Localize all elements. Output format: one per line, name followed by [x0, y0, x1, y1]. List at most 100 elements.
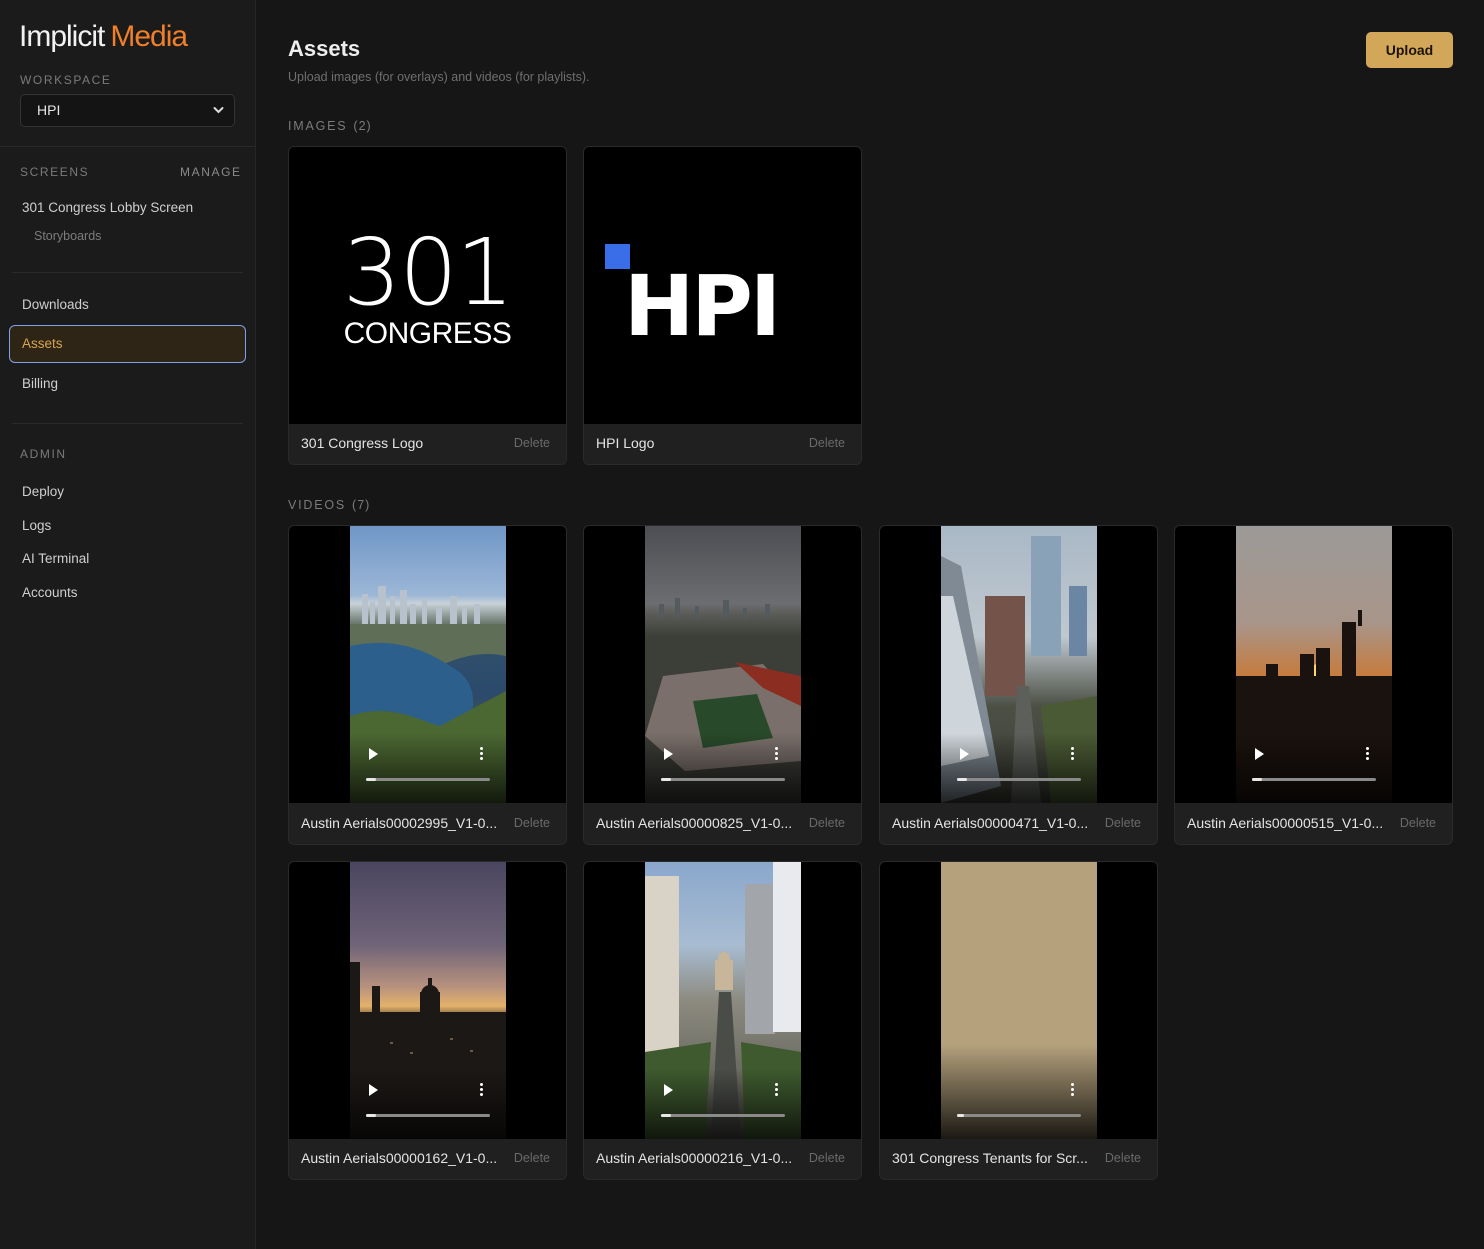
- more-options-icon[interactable]: [775, 1083, 779, 1097]
- congress-logo-word: CONGRESS: [343, 317, 512, 350]
- video-card[interactable]: Austin Aerials00000162_V1-0... Delete: [288, 861, 567, 1180]
- nav-ai-terminal[interactable]: AI Terminal: [22, 551, 89, 566]
- screens-label: SCREENS: [20, 165, 90, 179]
- image-card[interactable]: HPI HPI Logo Delete: [583, 146, 862, 465]
- video-progress[interactable]: [1252, 778, 1376, 781]
- screen-storyboards-link[interactable]: Storyboards: [34, 229, 101, 243]
- workspace-select[interactable]: HPI: [20, 94, 235, 127]
- image-card[interactable]: 301 CONGRESS 301 Congress Logo Delete: [288, 146, 567, 465]
- delete-button[interactable]: Delete: [1400, 816, 1436, 830]
- play-icon[interactable]: [369, 748, 378, 760]
- progress-fill: [957, 1114, 965, 1117]
- screen-item[interactable]: 301 Congress Lobby Screen: [22, 200, 193, 215]
- more-options-icon[interactable]: [480, 1083, 484, 1097]
- progress-fill: [366, 1114, 376, 1117]
- nav-accounts[interactable]: Accounts: [22, 585, 78, 600]
- play-icon[interactable]: [664, 1084, 673, 1096]
- video-progress[interactable]: [957, 1114, 1081, 1117]
- video-player[interactable]: [584, 862, 861, 1139]
- more-options-icon[interactable]: [775, 747, 779, 761]
- video-player[interactable]: [289, 862, 566, 1139]
- congress-logo-number: 301: [342, 219, 515, 326]
- delete-button[interactable]: Delete: [514, 436, 550, 450]
- asset-name: 301 Congress Logo: [301, 435, 424, 451]
- workspace-label: WORKSPACE: [20, 73, 112, 87]
- play-icon[interactable]: [664, 748, 673, 760]
- asset-name: Austin Aerials00000162_V1-0...: [301, 1150, 498, 1166]
- nav-assets[interactable]: Assets: [9, 325, 246, 363]
- video-controls-shade: [645, 733, 801, 803]
- video-progress[interactable]: [366, 778, 490, 781]
- video-card[interactable]: Austin Aerials00000471_V1-0... Delete: [879, 525, 1158, 845]
- delete-button[interactable]: Delete: [514, 816, 550, 830]
- video-player[interactable]: [1175, 526, 1452, 803]
- page-subtitle: Upload images (for overlays) and videos …: [288, 70, 590, 84]
- delete-button[interactable]: Delete: [514, 1151, 550, 1165]
- delete-button[interactable]: Delete: [809, 816, 845, 830]
- asset-name: Austin Aerials00000216_V1-0...: [596, 1150, 793, 1166]
- card-footer: Austin Aerials00000825_V1-0... Delete: [584, 804, 861, 844]
- hpi-logo-word: HPI: [624, 257, 781, 355]
- videos-count: (7): [352, 498, 371, 512]
- video-frame: [645, 526, 801, 803]
- more-options-icon[interactable]: [1071, 1083, 1075, 1097]
- video-frame: [645, 862, 801, 1139]
- video-player[interactable]: [584, 526, 861, 803]
- more-options-icon[interactable]: [480, 747, 484, 761]
- images-section-label: IMAGES (2): [288, 119, 372, 133]
- nav-downloads[interactable]: Downloads: [22, 297, 89, 312]
- more-options-icon[interactable]: [1071, 747, 1075, 761]
- asset-name: Austin Aerials00002995_V1-0...: [301, 815, 498, 831]
- video-card[interactable]: Austin Aerials00000825_V1-0... Delete: [583, 525, 862, 845]
- card-footer: Austin Aerials00002995_V1-0... Delete: [289, 804, 566, 844]
- card-footer: 301 Congress Logo Delete: [289, 424, 566, 464]
- card-footer: Austin Aerials00000216_V1-0... Delete: [584, 1139, 861, 1179]
- video-card[interactable]: Austin Aerials00000216_V1-0... Delete: [583, 861, 862, 1180]
- progress-fill: [661, 1114, 671, 1117]
- delete-button[interactable]: Delete: [809, 436, 845, 450]
- more-options-icon[interactable]: [1366, 747, 1370, 761]
- delete-button[interactable]: Delete: [1105, 1151, 1141, 1165]
- asset-name: Austin Aerials00000471_V1-0...: [892, 815, 1089, 831]
- video-card[interactable]: Austin Aerials00002995_V1-0... Delete: [288, 525, 567, 845]
- video-frame: [350, 526, 506, 803]
- nav-deploy[interactable]: Deploy: [22, 484, 64, 499]
- video-progress[interactable]: [957, 778, 1081, 781]
- nav-logs[interactable]: Logs: [22, 518, 51, 533]
- videos-section-label: VIDEOS (7): [288, 498, 371, 512]
- video-card[interactable]: Austin Aerials00000515_V1-0... Delete: [1174, 525, 1453, 845]
- progress-fill: [957, 778, 967, 781]
- images-count: (2): [353, 119, 372, 133]
- delete-button[interactable]: Delete: [809, 1151, 845, 1165]
- video-frame: [941, 526, 1097, 803]
- manage-link[interactable]: MANAGE: [180, 165, 242, 179]
- progress-fill: [366, 778, 376, 781]
- video-progress[interactable]: [661, 778, 785, 781]
- video-card[interactable]: 301 Congress Tenants for Scr... Delete: [879, 861, 1158, 1180]
- video-frame: [941, 862, 1097, 1139]
- sidebar-divider: [12, 272, 243, 273]
- sidebar: Implicit Media WORKSPACE HPI SCREENS MANA…: [0, 0, 256, 1249]
- sidebar-divider: [12, 423, 243, 424]
- nav-assets-label: Assets: [22, 336, 63, 351]
- video-player[interactable]: [880, 862, 1157, 1139]
- video-progress[interactable]: [661, 1114, 785, 1117]
- video-player[interactable]: [880, 526, 1157, 803]
- play-icon[interactable]: [960, 748, 969, 760]
- card-footer: Austin Aerials00000162_V1-0... Delete: [289, 1139, 566, 1179]
- asset-name: HPI Logo: [596, 435, 655, 451]
- play-icon[interactable]: [369, 1084, 378, 1096]
- card-footer: HPI Logo Delete: [584, 424, 861, 464]
- image-thumbnail[interactable]: HPI: [584, 147, 861, 424]
- delete-button[interactable]: Delete: [1105, 816, 1141, 830]
- upload-button[interactable]: Upload: [1366, 32, 1453, 68]
- video-progress[interactable]: [366, 1114, 490, 1117]
- progress-fill: [1252, 778, 1262, 781]
- play-icon[interactable]: [1255, 748, 1264, 760]
- video-player[interactable]: [289, 526, 566, 803]
- image-thumbnail[interactable]: 301 CONGRESS: [289, 147, 566, 424]
- video-controls-shade: [941, 733, 1097, 803]
- nav-billing[interactable]: Billing: [22, 376, 58, 391]
- asset-name: Austin Aerials00000825_V1-0...: [596, 815, 793, 831]
- app-logo[interactable]: Implicit Media: [19, 20, 188, 54]
